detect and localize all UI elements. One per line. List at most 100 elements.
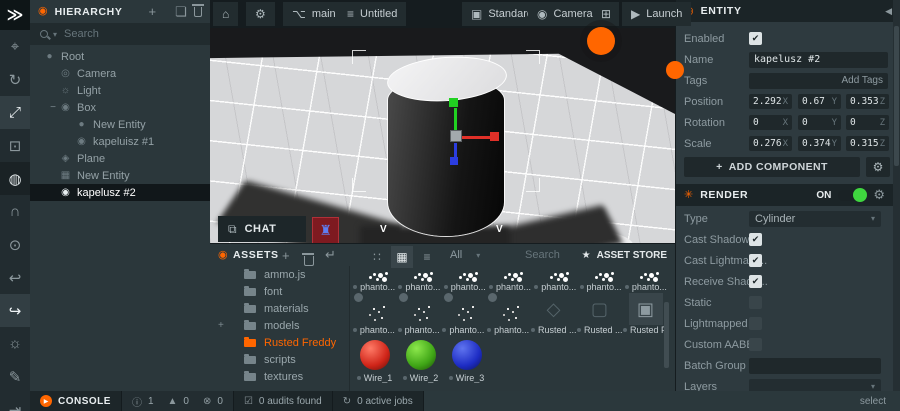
lightmapped-checkbox[interactable] (749, 317, 762, 330)
render-enabled-toggle[interactable] (838, 187, 868, 202)
scene-button[interactable]: ≡ Untitled (338, 2, 407, 26)
tree-expander-icon[interactable]: − (48, 102, 58, 113)
rotation-z-field[interactable]: 0Z (846, 115, 889, 130)
inspector-scrollbar[interactable] (893, 0, 900, 391)
cast-lightmap-checkbox[interactable]: ✔ (749, 254, 762, 267)
hierarchy-item-root[interactable]: ● Root (30, 48, 210, 65)
asset-wire-1[interactable]: Wire_1 (352, 337, 397, 383)
branch-button[interactable]: ⌥ main (283, 2, 345, 26)
hierarchy-item-new-entity[interactable]: ▦ New Entity (30, 167, 210, 184)
asset-phanto[interactable]: phanto... (624, 266, 668, 292)
scrollbar-thumb[interactable] (894, 26, 899, 166)
hierarchy-item-kapelusz-2[interactable]: ◉ kapelusz #2 (30, 184, 210, 201)
scale-x-field[interactable]: 0.276 X (749, 136, 792, 151)
asset-folder-textures[interactable]: textures (210, 368, 349, 385)
console-button[interactable]: ▶ CONSOLE (30, 391, 122, 411)
gizmo-center-handle[interactable] (450, 130, 462, 142)
frame-selection-tool-button[interactable]: ⊡ (0, 129, 30, 162)
import-asset-icon[interactable]: ↵ (325, 244, 336, 266)
hierarchy-item-camera[interactable]: ◎ Camera (30, 65, 210, 82)
static-checkbox[interactable] (749, 296, 762, 309)
scale-tool-button[interactable]: ⤢ (0, 96, 30, 129)
asset-phanto[interactable]: phanto... (352, 266, 396, 292)
batch-group-input[interactable] (749, 357, 881, 374)
asset-phanto[interactable]: phanto... (443, 266, 487, 292)
cast-shadows-checkbox[interactable]: ✔ (749, 233, 762, 246)
position-x-field[interactable]: 2.292 X (749, 94, 792, 109)
asset-rusted[interactable]: ▢ Rusted ... (577, 293, 622, 335)
exit-button-button[interactable]: ⇥ (0, 393, 30, 411)
enabled-checkbox[interactable]: ✔ (749, 32, 762, 45)
edit-notes-button-button[interactable]: ✎ (0, 360, 30, 393)
custom-aabb-checkbox[interactable] (749, 338, 762, 351)
snap-tool-button[interactable]: ∩ (0, 195, 30, 228)
add-component-button[interactable]: + ADD COMPONENT (684, 157, 860, 177)
asset-phanto[interactable]: phanto... (486, 291, 530, 335)
collapse-panel-icon[interactable]: ◀ (885, 6, 892, 17)
focus-tool-button[interactable]: ⊙ (0, 228, 30, 261)
scale-y-field[interactable]: 0.374 Y (798, 136, 841, 151)
gizmo-x-axis[interactable] (462, 136, 490, 139)
add-asset-icon[interactable]: + (282, 244, 290, 266)
collaborator-avatar[interactable]: ♜ (312, 217, 339, 243)
delete-entity-icon[interactable] (191, 3, 205, 17)
chat-button[interactable]: ⧉ CHAT (218, 216, 306, 242)
asset-rusted-fr[interactable]: ▣ Rusted Fr... (623, 293, 668, 335)
asset-wire-2[interactable]: Wire_2 (398, 337, 443, 383)
render-section-header[interactable]: ✳ RENDER ON ⚙ (676, 184, 893, 206)
duplicate-entity-icon[interactable]: ❏ (175, 4, 187, 20)
fullscreen-button[interactable]: ⊞ (593, 2, 619, 26)
hierarchy-item-kapeluisz-1[interactable]: ◉ kapeluisz #1 (30, 133, 210, 150)
rotation-x-field[interactable]: 0X (749, 115, 792, 130)
playcanvas-logo-button[interactable]: ≫ (0, 0, 30, 30)
type-select[interactable]: Cylinder ▾ (749, 210, 881, 227)
asset-grid-scrollbar[interactable] (664, 302, 669, 368)
gizmo-z-handle[interactable] (450, 157, 458, 165)
layers-select[interactable]: ▾ (749, 378, 881, 391)
undo-button-button[interactable]: ↩ (0, 261, 30, 294)
asset-rusted[interactable]: ◇ Rusted ... (531, 293, 576, 335)
asset-phanto[interactable]: phanto... (533, 266, 577, 292)
asset-wire-3[interactable]: Wire_3 (444, 337, 489, 383)
asset-folder-scripts[interactable]: scripts (210, 351, 349, 368)
lighting-button-button[interactable]: ☼ (0, 327, 30, 360)
name-input[interactable]: kapelusz #2 (749, 51, 888, 68)
audits-status[interactable]: ☑ 0 audits found (233, 391, 333, 411)
home-button[interactable]: ⌂ (213, 2, 239, 26)
world-space-toggle-button[interactable]: ◍ (0, 162, 30, 195)
asset-phanto[interactable]: phanto... (441, 291, 486, 335)
asset-phanto[interactable]: phanto... (396, 291, 441, 335)
viewport-3d[interactable]: V V ⧉ CHAT ♜ (210, 28, 675, 243)
hierarchy-item-light[interactable]: ☼ Light (30, 82, 210, 99)
settings-button[interactable]: ⚙ (246, 2, 275, 26)
translate-tool-button[interactable]: ⌖ (0, 30, 30, 63)
camera-button[interactable]: ◉ Camera (528, 2, 602, 26)
console-counters[interactable]: ⓘ 1 ▲ 0 ⊗ 0 (121, 391, 234, 411)
rotate-tool-button[interactable]: ↻ (0, 63, 30, 96)
view-list-icon[interactable]: ≡ (416, 246, 438, 268)
hierarchy-item-new-entity[interactable]: ● New Entity (30, 116, 210, 133)
add-entity-icon[interactable]: + (148, 4, 156, 19)
asset-folder-materials[interactable]: materials (210, 300, 349, 317)
selected-cylinder-body[interactable] (388, 78, 504, 236)
redo-button-button[interactable]: ↪ (0, 294, 30, 327)
view-small-grid-icon[interactable]: ∷ (366, 246, 388, 268)
asset-search-input[interactable]: Search (525, 244, 560, 266)
asset-folder-models[interactable]: + models (210, 317, 349, 334)
hierarchy-search-input[interactable] (62, 27, 209, 41)
component-settings-button[interactable]: ⚙ (866, 157, 890, 177)
asset-phanto[interactable]: phanto... (352, 291, 396, 335)
asset-phanto[interactable]: phanto... (397, 266, 441, 292)
asset-phanto[interactable]: phanto... (578, 266, 622, 292)
asset-folder-rusted-freddy[interactable]: Rusted Freddy (210, 334, 349, 351)
hierarchy-item-box[interactable]: − ◉ Box (30, 99, 210, 116)
receive-shado-checkbox[interactable]: ✔ (749, 275, 762, 288)
folder-expander-icon[interactable]: + (218, 320, 224, 331)
asset-folder-font[interactable]: font (210, 283, 349, 300)
hierarchy-item-plane[interactable]: ◈ Plane (30, 150, 210, 167)
gizmo-y-handle[interactable] (449, 98, 458, 107)
asset-store-button[interactable]: ★ ASSET STORE (582, 244, 667, 266)
gizmo-x-handle[interactable] (490, 132, 499, 141)
launch-button[interactable]: ▶ Launch (622, 2, 692, 26)
rotation-y-field[interactable]: 0Y (798, 115, 841, 130)
